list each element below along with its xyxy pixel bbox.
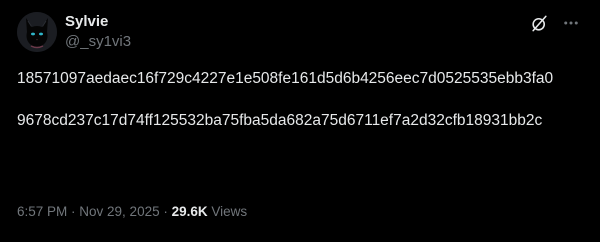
post-date[interactable]: Nov 29, 2025 [79, 204, 159, 219]
post-time[interactable]: 6:57 PM [17, 204, 67, 219]
post-paragraph: 18571097aedaec16f729c4227e1e508fe161d5d6… [17, 70, 554, 87]
grok-icon [531, 15, 547, 31]
avatar-cat-icon [17, 12, 57, 52]
views-count[interactable]: 29.6K [172, 204, 208, 219]
post-author: Sylvie @_sy1vi3 [65, 12, 131, 52]
grok-button[interactable] [528, 12, 550, 34]
author-display-name[interactable]: Sylvie [65, 12, 131, 31]
post-text: 18571097aedaec16f729c4227e1e508fe161d5d6… [17, 68, 587, 131]
post-meta: 6:57 PM · Nov 29, 2025 · 29.6K Views [17, 203, 247, 221]
post-card: Sylvie @_sy1vi3 18571097aedaec16f729c422… [0, 0, 600, 242]
meta-separator: · [159, 204, 172, 219]
views-label: Views [207, 204, 248, 219]
author-handle[interactable]: @_sy1vi3 [65, 32, 131, 52]
meta-separator: · [67, 204, 80, 219]
post-paragraph: 9678cd237c17d74ff125532ba75fba5da682a75d… [17, 112, 543, 129]
more-horizontal-icon [564, 21, 578, 25]
avatar[interactable] [17, 12, 57, 52]
more-button[interactable] [560, 12, 582, 34]
post-actions [528, 12, 582, 34]
